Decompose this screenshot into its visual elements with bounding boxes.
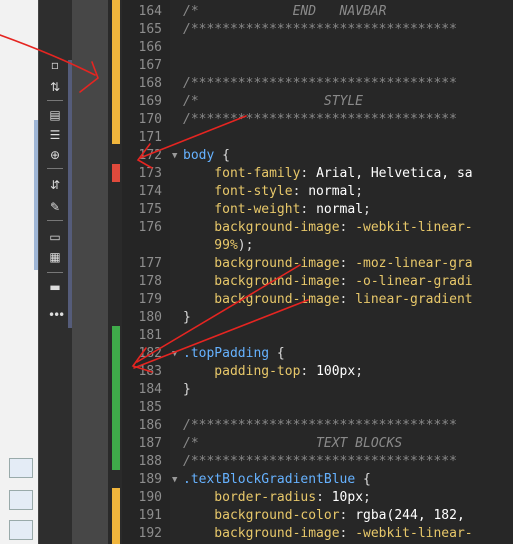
annotation-arrow-line (133, 299, 309, 369)
annotation-arrow-head (131, 347, 153, 373)
annotation-arrow-line (0, 34, 96, 76)
annotation-arrow-head (79, 61, 99, 93)
annotation-arrow-line (139, 115, 247, 159)
annotation-arrows (0, 34, 309, 373)
